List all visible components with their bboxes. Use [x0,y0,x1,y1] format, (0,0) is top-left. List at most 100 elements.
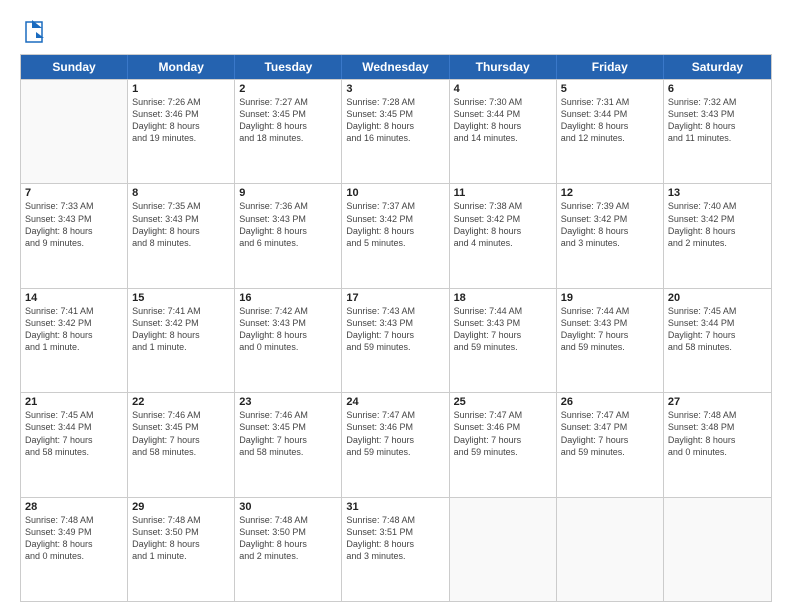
day-number: 27 [668,396,767,408]
cell-line: Daylight: 8 hours [25,225,123,237]
cell-line: and 59 minutes. [454,341,552,353]
cell-line: Daylight: 8 hours [454,225,552,237]
cell-line: and 59 minutes. [346,446,444,458]
cell-line: Daylight: 7 hours [25,434,123,446]
cal-cell: 23Sunrise: 7:46 AMSunset: 3:45 PMDayligh… [235,393,342,496]
day-number: 21 [25,396,123,408]
day-number: 13 [668,187,767,199]
cell-line: and 0 minutes. [239,341,337,353]
cell-line: Sunrise: 7:45 AM [668,305,767,317]
cal-week-3: 21Sunrise: 7:45 AMSunset: 3:44 PMDayligh… [21,392,771,496]
cell-line: Daylight: 8 hours [454,120,552,132]
cell-line: Daylight: 8 hours [561,225,659,237]
cell-line: and 3 minutes. [346,550,444,562]
day-number: 20 [668,292,767,304]
cell-line: Daylight: 7 hours [561,329,659,341]
cell-line: Daylight: 7 hours [346,329,444,341]
cal-cell: 18Sunrise: 7:44 AMSunset: 3:43 PMDayligh… [450,289,557,392]
cell-line: Daylight: 8 hours [25,329,123,341]
day-number: 31 [346,501,444,513]
cell-line: Sunset: 3:45 PM [239,421,337,433]
cell-line: Sunrise: 7:41 AM [132,305,230,317]
day-number: 30 [239,501,337,513]
page: SundayMondayTuesdayWednesdayThursdayFrid… [0,0,792,612]
day-number: 23 [239,396,337,408]
day-number: 29 [132,501,230,513]
cell-line: Sunrise: 7:35 AM [132,200,230,212]
cell-line: Daylight: 7 hours [132,434,230,446]
cell-line: Daylight: 7 hours [454,329,552,341]
cell-line: Sunrise: 7:46 AM [132,409,230,421]
calendar-header: SundayMondayTuesdayWednesdayThursdayFrid… [21,55,771,79]
cal-cell: 11Sunrise: 7:38 AMSunset: 3:42 PMDayligh… [450,184,557,287]
cal-header-monday: Monday [128,55,235,79]
day-number: 16 [239,292,337,304]
cell-line: Sunrise: 7:42 AM [239,305,337,317]
day-number: 1 [132,83,230,95]
cell-line: Daylight: 8 hours [346,120,444,132]
cell-line: Sunset: 3:44 PM [454,108,552,120]
cell-line: Sunrise: 7:47 AM [561,409,659,421]
cell-line: and 1 minute. [25,341,123,353]
cell-line: and 11 minutes. [668,132,767,144]
cell-line: Sunrise: 7:41 AM [25,305,123,317]
cal-cell: 30Sunrise: 7:48 AMSunset: 3:50 PMDayligh… [235,498,342,601]
cell-line: Sunset: 3:43 PM [239,213,337,225]
day-number: 2 [239,83,337,95]
cell-line: Daylight: 8 hours [668,120,767,132]
day-number: 8 [132,187,230,199]
cell-line: and 59 minutes. [561,341,659,353]
cell-line: and 1 minute. [132,550,230,562]
cal-cell: 9Sunrise: 7:36 AMSunset: 3:43 PMDaylight… [235,184,342,287]
cell-line: Daylight: 8 hours [239,538,337,550]
cell-line: Sunset: 3:50 PM [132,526,230,538]
cell-line: Daylight: 7 hours [346,434,444,446]
cell-line: and 6 minutes. [239,237,337,249]
day-number: 4 [454,83,552,95]
day-number: 17 [346,292,444,304]
cal-cell: 1Sunrise: 7:26 AMSunset: 3:46 PMDaylight… [128,80,235,183]
cell-line: Daylight: 7 hours [561,434,659,446]
cell-line: Sunrise: 7:48 AM [668,409,767,421]
cell-line: Sunrise: 7:27 AM [239,96,337,108]
cell-line: Daylight: 8 hours [668,225,767,237]
cal-cell: 22Sunrise: 7:46 AMSunset: 3:45 PMDayligh… [128,393,235,496]
cell-line: Daylight: 8 hours [346,225,444,237]
cell-line: Sunrise: 7:48 AM [346,514,444,526]
day-number: 26 [561,396,659,408]
cell-line: and 59 minutes. [346,341,444,353]
day-number: 24 [346,396,444,408]
logo [20,18,44,46]
cell-line: and 2 minutes. [239,550,337,562]
cal-week-4: 28Sunrise: 7:48 AMSunset: 3:49 PMDayligh… [21,497,771,601]
day-number: 18 [454,292,552,304]
cal-cell: 16Sunrise: 7:42 AMSunset: 3:43 PMDayligh… [235,289,342,392]
cell-line: Sunset: 3:48 PM [668,421,767,433]
cell-line: Sunrise: 7:26 AM [132,96,230,108]
cell-line: Sunrise: 7:43 AM [346,305,444,317]
cell-line: Sunset: 3:43 PM [239,317,337,329]
cal-header-saturday: Saturday [664,55,771,79]
cell-line: Sunrise: 7:38 AM [454,200,552,212]
cell-line: and 2 minutes. [668,237,767,249]
cell-line: Sunrise: 7:48 AM [239,514,337,526]
cell-line: Sunrise: 7:36 AM [239,200,337,212]
cell-line: and 59 minutes. [454,446,552,458]
cell-line: Sunrise: 7:47 AM [454,409,552,421]
day-number: 19 [561,292,659,304]
cell-line: Sunset: 3:43 PM [454,317,552,329]
cal-cell: 21Sunrise: 7:45 AMSunset: 3:44 PMDayligh… [21,393,128,496]
cell-line: Sunset: 3:45 PM [239,108,337,120]
cell-line: and 18 minutes. [239,132,337,144]
cal-cell: 17Sunrise: 7:43 AMSunset: 3:43 PMDayligh… [342,289,449,392]
cell-line: Daylight: 8 hours [132,120,230,132]
calendar: SundayMondayTuesdayWednesdayThursdayFrid… [20,54,772,602]
cal-cell [21,80,128,183]
cell-line: Sunset: 3:42 PM [561,213,659,225]
cal-cell: 12Sunrise: 7:39 AMSunset: 3:42 PMDayligh… [557,184,664,287]
cell-line: Sunrise: 7:37 AM [346,200,444,212]
cell-line: and 3 minutes. [561,237,659,249]
cal-week-1: 7Sunrise: 7:33 AMSunset: 3:43 PMDaylight… [21,183,771,287]
cal-cell: 8Sunrise: 7:35 AMSunset: 3:43 PMDaylight… [128,184,235,287]
day-number: 11 [454,187,552,199]
